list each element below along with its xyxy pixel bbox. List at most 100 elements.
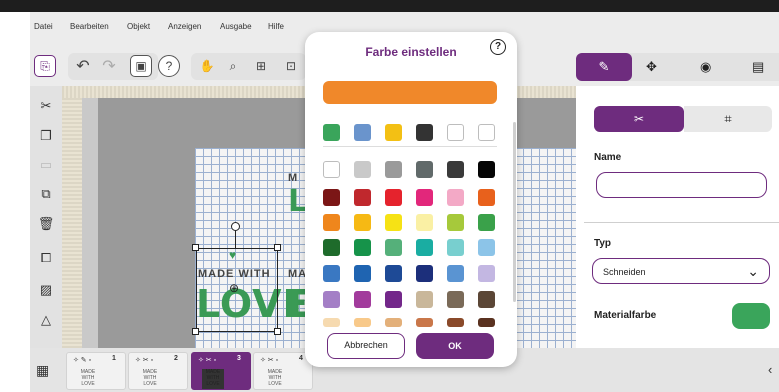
palette-color-swatch[interactable] xyxy=(416,189,433,206)
redo-icon[interactable]: ↷ xyxy=(98,55,120,77)
zoom-fit-icon[interactable]: ⊡ xyxy=(280,55,302,77)
edit-icon[interactable]: ✎ xyxy=(576,53,632,81)
palette-color-swatch[interactable] xyxy=(323,291,340,308)
library-icon[interactable]: ▤ xyxy=(752,59,764,75)
cut-tab-icon: ✂ xyxy=(633,112,645,126)
palette-color-swatch[interactable] xyxy=(447,189,464,206)
chevron-left-icon[interactable]: ‹ xyxy=(768,362,772,377)
palette-color-swatch[interactable] xyxy=(323,318,340,327)
resize-handle-br[interactable] xyxy=(274,328,281,335)
recent-color-swatch[interactable] xyxy=(447,124,464,141)
palette-color-swatch[interactable] xyxy=(354,161,371,178)
paste-icon[interactable]: ▭ xyxy=(36,155,56,175)
duplicate-icon[interactable]: ⧉ xyxy=(36,184,56,204)
palette-color-swatch[interactable] xyxy=(478,214,495,231)
shape-icon[interactable]: △ xyxy=(36,310,56,330)
palette-color-swatch[interactable] xyxy=(416,291,433,308)
help-icon[interactable]: ? xyxy=(158,55,180,77)
menu-objekt[interactable]: Objekt xyxy=(127,22,150,31)
palette-color-swatch[interactable] xyxy=(478,318,495,327)
palette-scrollbar[interactable] xyxy=(513,122,516,302)
image-icon[interactable]: ▨ xyxy=(36,280,56,300)
page-thumbnail-3[interactable]: ✧ ✂ ▫ 3 MADE WITH LOVE xyxy=(191,352,251,390)
palette-color-swatch[interactable] xyxy=(385,189,402,206)
palette-color-swatch[interactable] xyxy=(385,318,402,327)
move-crosshair-icon[interactable]: ⊕ xyxy=(229,281,239,295)
palette-color-swatch[interactable] xyxy=(354,291,371,308)
cut-properties-tab[interactable]: ✂ xyxy=(594,106,684,132)
resize-handle-tl[interactable] xyxy=(192,244,199,251)
palette-color-swatch[interactable] xyxy=(416,214,433,231)
menu-datei[interactable]: Datei xyxy=(34,22,53,31)
current-color-preview xyxy=(323,81,497,104)
recent-color-swatch[interactable] xyxy=(385,124,402,141)
palette-color-swatch[interactable] xyxy=(354,265,371,282)
palette-color-swatch[interactable] xyxy=(323,214,340,231)
palette-color-swatch[interactable] xyxy=(447,318,464,327)
palette-color-swatch[interactable] xyxy=(354,214,371,231)
group-icon[interactable]: ⧠ xyxy=(36,248,56,268)
dialog-title: Farbe einstellen xyxy=(365,45,457,59)
palette-color-swatch[interactable] xyxy=(416,239,433,256)
palette-color-swatch[interactable] xyxy=(354,318,371,327)
menu-ausgabe[interactable]: Ausgabe xyxy=(220,22,252,31)
hand-icon[interactable]: ✋ xyxy=(196,55,218,77)
palette-color-swatch[interactable] xyxy=(385,291,402,308)
palette-color-swatch[interactable] xyxy=(447,214,464,231)
palette-color-swatch[interactable] xyxy=(447,239,464,256)
recent-color-swatch[interactable] xyxy=(478,124,495,141)
scissors-icon[interactable]: ✂ xyxy=(36,96,56,116)
name-input[interactable] xyxy=(596,172,767,198)
recent-color-swatch[interactable] xyxy=(323,124,340,141)
palette-color-swatch[interactable] xyxy=(478,239,495,256)
material-color-swatch[interactable] xyxy=(732,303,770,329)
menu-anzeigen[interactable]: Anzeigen xyxy=(168,22,201,31)
palette-color-swatch[interactable] xyxy=(447,265,464,282)
zoom-page-icon[interactable]: ⌕ xyxy=(222,55,244,77)
page-view-icon[interactable]: ⎘ xyxy=(34,55,56,77)
palette-color-swatch[interactable] xyxy=(323,161,340,178)
palette-color-swatch[interactable] xyxy=(416,318,433,327)
palette-color-swatch[interactable] xyxy=(385,265,402,282)
save-icon[interactable]: ▣ xyxy=(130,55,152,77)
grid-view-icon[interactable]: ▦ xyxy=(36,362,49,379)
menu-hilfe[interactable]: Hilfe xyxy=(268,22,284,31)
palette-color-swatch[interactable] xyxy=(385,239,402,256)
palette-color-swatch[interactable] xyxy=(354,239,371,256)
delete-icon[interactable]: 🗑 xyxy=(36,214,56,234)
frame-properties-tab[interactable]: ⌗ xyxy=(684,106,772,132)
transform-icon[interactable]: ✥ xyxy=(646,59,657,75)
palette-color-swatch[interactable] xyxy=(447,161,464,178)
cancel-button[interactable]: Abbrechen xyxy=(327,333,405,359)
resize-handle-bl[interactable] xyxy=(192,328,199,335)
palette-color-swatch[interactable] xyxy=(478,291,495,308)
zoom-selection-icon[interactable]: ⊞ xyxy=(250,55,272,77)
left-gutter-tools xyxy=(0,86,30,348)
resize-handle-tr[interactable] xyxy=(274,244,281,251)
palette-color-swatch[interactable] xyxy=(447,291,464,308)
palette-color-swatch[interactable] xyxy=(478,161,495,178)
page-thumbnail-2[interactable]: ✧ ✂ ▫ 2 MADE WITH LOVE xyxy=(128,352,188,390)
recent-color-swatch[interactable] xyxy=(354,124,371,141)
menu-bearbeiten[interactable]: Bearbeiten xyxy=(70,22,109,31)
ok-button[interactable]: OK xyxy=(416,333,494,359)
undo-icon[interactable]: ↶ xyxy=(72,55,94,77)
palette-color-swatch[interactable] xyxy=(323,239,340,256)
palette-color-swatch[interactable] xyxy=(416,265,433,282)
page-thumbnail-1[interactable]: ✧ ✎ ▫ 1 MADE WITH LOVE xyxy=(66,352,126,390)
dialog-help-icon[interactable]: ? xyxy=(490,39,506,55)
palette-color-swatch[interactable] xyxy=(478,265,495,282)
palette-color-swatch[interactable] xyxy=(354,189,371,206)
preview-eye-icon[interactable]: ◉ xyxy=(700,59,711,75)
palette-color-swatch[interactable] xyxy=(385,214,402,231)
palette-color-swatch[interactable] xyxy=(478,189,495,206)
typ-select[interactable]: Schneiden ⌄ xyxy=(592,258,770,284)
palette-color-swatch[interactable] xyxy=(385,161,402,178)
rotate-handle[interactable] xyxy=(231,222,240,231)
recent-color-swatch[interactable] xyxy=(416,124,433,141)
palette-color-swatch[interactable] xyxy=(416,161,433,178)
page-thumbnail-4[interactable]: ✧ ✂ ▫ 4 MADE WITH LOVE xyxy=(253,352,313,390)
palette-color-swatch[interactable] xyxy=(323,265,340,282)
copy-icon[interactable]: ❐ xyxy=(36,126,56,146)
palette-color-swatch[interactable] xyxy=(323,189,340,206)
